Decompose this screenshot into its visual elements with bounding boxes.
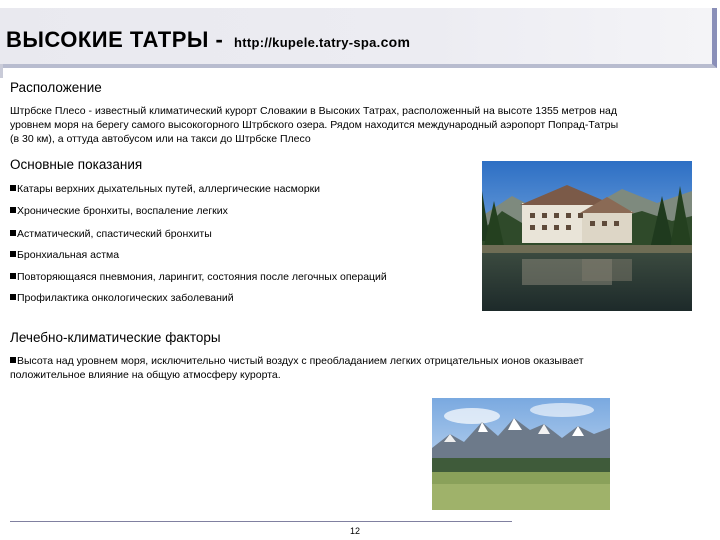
url-main: http://kupele.tatry-spa. — [233, 35, 381, 50]
indication-text: Хронические бронхиты, воспаление легких — [17, 205, 228, 217]
indications-heading: Основные показания — [10, 157, 143, 172]
location-line: (в 30 км), а оттуда автобусом или на так… — [10, 133, 311, 145]
indication-item: Хронические бронхиты, воспаление легких — [10, 205, 228, 217]
bullet-marker — [10, 251, 16, 257]
factors-text: Высота над уровнем моря, исключительно ч… — [17, 355, 584, 367]
bullet-marker — [10, 230, 16, 236]
footer-divider — [10, 521, 512, 522]
indication-text: Повторяющаяся пневмония, ларингит, состо… — [17, 271, 387, 283]
bullet-marker — [10, 185, 16, 191]
indication-item: Астматический, спастический бронхиты — [10, 228, 212, 240]
location-heading: Расположение — [10, 80, 102, 95]
indication-item: Катары верхних дыхательных путей, аллерг… — [10, 183, 320, 195]
title-text: ВЫСОКИЕ ТАТРЫ - — [6, 27, 224, 52]
location-line: Штрбске Плесо - известный климатический … — [10, 105, 618, 117]
location-line: уровнем моря на берегу самого высокогорн… — [10, 119, 619, 131]
mountain-panorama-image — [432, 398, 610, 510]
resort-lake-image — [482, 161, 692, 311]
title-accent — [0, 64, 3, 78]
factors-paragraph: Высота над уровнем моря, исключительно ч… — [10, 354, 710, 382]
bullet-marker — [10, 294, 16, 300]
factors-line: положительное влияние на общую атмосферу… — [10, 369, 281, 381]
factors-heading: Лечебно-климатические факторы — [10, 330, 221, 345]
url-tld: com — [380, 34, 411, 50]
title-bar: ВЫСОКИЕ ТАТРЫ - http://kupele.tatry-spa.… — [0, 8, 717, 68]
factors-line: Высота над уровнем моря, исключительно ч… — [10, 354, 710, 368]
resort-lake-photo — [482, 161, 692, 311]
indication-text: Астматический, спастический бронхиты — [17, 228, 212, 240]
indication-item: Бронхиальная астма — [10, 249, 119, 261]
location-paragraph: Штрбске Плесо - известный климатический … — [10, 104, 720, 146]
indication-text: Профилактика онкологических заболеваний — [17, 292, 234, 304]
indication-item: Повторяющаяся пневмония, ларингит, состо… — [10, 271, 387, 283]
website-url: http://kupele.tatry-spa.com — [233, 34, 411, 50]
page-title: ВЫСОКИЕ ТАТРЫ - http://kupele.tatry-spa.… — [6, 27, 410, 53]
bullet-marker — [10, 273, 16, 279]
bullet-marker — [10, 207, 16, 213]
mountain-panorama-photo — [432, 398, 610, 510]
bullet-marker — [10, 357, 16, 363]
indication-text: Бронхиальная астма — [17, 249, 120, 261]
page-number: 12 — [350, 526, 361, 536]
indication-item: Профилактика онкологических заболеваний — [10, 292, 234, 304]
indication-text: Катары верхних дыхательных путей, аллерг… — [17, 183, 321, 195]
